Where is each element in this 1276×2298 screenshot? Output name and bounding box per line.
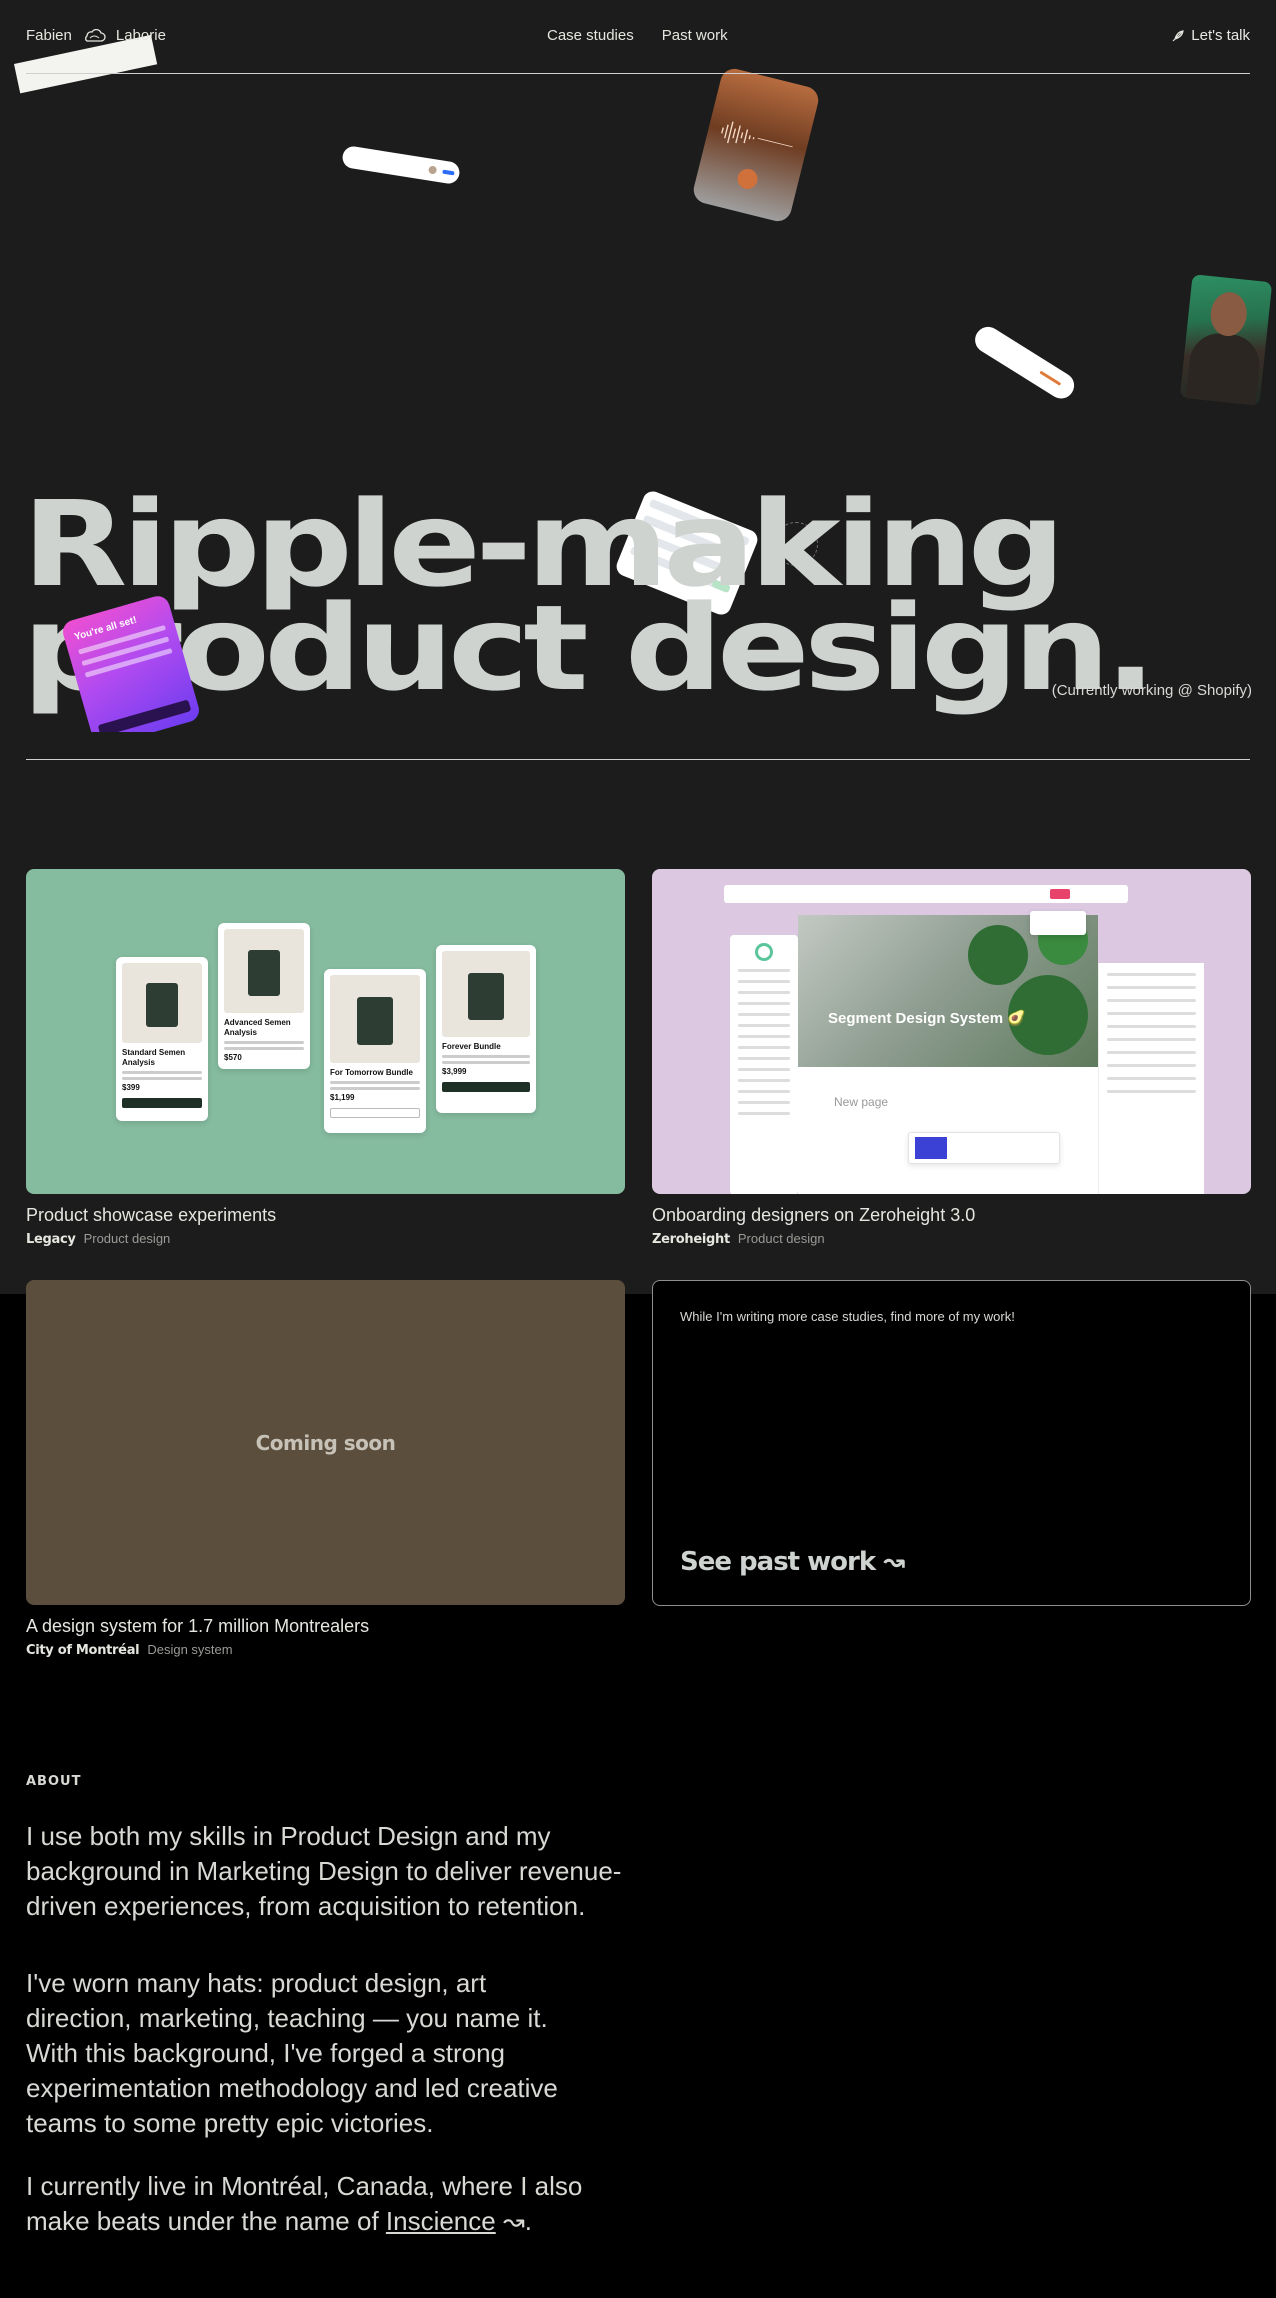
product-card: Advanced Semen Analysis $570 [218,923,310,1069]
project-category: Product design [737,1231,825,1246]
floating-toolbar-card [341,144,461,186]
floating-slider-pill [970,322,1079,404]
about-p3-suffix: ↝. [495,2206,532,2236]
about-label: ABOUT [26,1774,82,1789]
site-logo[interactable]: Fabien Laborie [26,27,166,44]
nav-link-case-studies[interactable]: Case studies [547,27,634,44]
project-category: Product design [83,1231,171,1246]
product-card: Standard Semen Analysis $399 [116,957,208,1121]
avatar-dot [428,165,438,175]
project-card-montreal[interactable]: Coming soon A design system for 1.7 mill… [26,1280,625,1658]
cloud-icon [84,28,106,42]
section-divider [26,759,1250,760]
mock-hero-heading: Segment Design System 🥑 [828,1010,1026,1027]
project-thumbnail: Standard Semen Analysis $399 Advanced Se… [26,869,625,1194]
past-work-note: While I'm writing more case studies, fin… [680,1309,1015,1324]
about-paragraph-3: I currently live in Montréal, Canada, wh… [26,2169,626,2239]
company-logo-montreal: City of Montréal [26,1643,140,1658]
coming-soon-label: Coming soon [255,1430,396,1455]
play-button-icon [735,166,760,192]
quill-icon [1172,29,1184,41]
about-paragraph-2: I've worn many hats: product design, art… [26,1968,558,2138]
mock-app-sidebar [730,935,798,1194]
logo-last-name: Laborie [115,27,166,44]
company-logo-zeroheight: Zeroheight [652,1232,730,1247]
project-meta: Zeroheight Product design [652,1231,1251,1247]
mock-dropdown [1030,911,1086,935]
mock-app-toolbar [724,885,1128,903]
project-title: Product showcase experiments [26,1205,277,1225]
logo-first-name: Fabien [26,27,72,44]
project-title: A design system for 1.7 million Montreal… [26,1616,370,1636]
project-title: Onboarding designers on Zeroheight 3.0 [652,1205,976,1225]
project-meta: Legacy Product design [26,1231,625,1247]
company-logo-legacy: Legacy [26,1232,76,1247]
product-card: For Tomorrow Bundle $1,199 [324,969,426,1133]
nav-link-past-work[interactable]: Past work [662,27,728,44]
mock-new-page-label: New page [834,1095,889,1109]
inscience-link[interactable]: Inscience [386,2206,496,2236]
project-category: Design system [147,1642,233,1657]
lets-talk-link[interactable]: Let's talk [1171,27,1250,44]
project-card-zeroheight[interactable]: Segment Design System 🥑 New page Onboard… [652,869,1251,1247]
project-card-legacy[interactable]: Standard Semen Analysis $399 Advanced Se… [26,869,625,1247]
past-work-card: While I'm writing more case studies, fin… [652,1280,1251,1606]
hero: Fabien Laborie Case studies Past work Le… [0,0,1276,732]
current-employer: (Currently working @ Shopify) [1051,682,1252,699]
product-card: Forever Bundle $3,999 [436,945,536,1113]
project-thumbnail: Coming soon [26,1280,625,1605]
hero-headline: Ripple-making product design. [22,485,1157,707]
top-nav: Fabien Laborie Case studies Past work Le… [26,0,1250,74]
nav-links: Case studies Past work [547,27,728,44]
waveform-icon [721,121,793,148]
about-paragraph-1: I use both my skills in Product Design a… [26,1821,622,1921]
floating-portrait-card [1179,274,1273,406]
project-meta: City of Montréal Design system [26,1642,625,1658]
publish-pill [442,169,455,176]
mock-library-card [908,1132,1060,1164]
mock-app-panel [1098,963,1204,1194]
project-thumbnail: Segment Design System 🥑 New page [652,869,1251,1194]
see-past-work-link[interactable]: See past work ↝ [680,1547,905,1577]
floating-music-player-card [690,65,822,225]
lets-talk-label: Let's talk [1191,27,1250,44]
